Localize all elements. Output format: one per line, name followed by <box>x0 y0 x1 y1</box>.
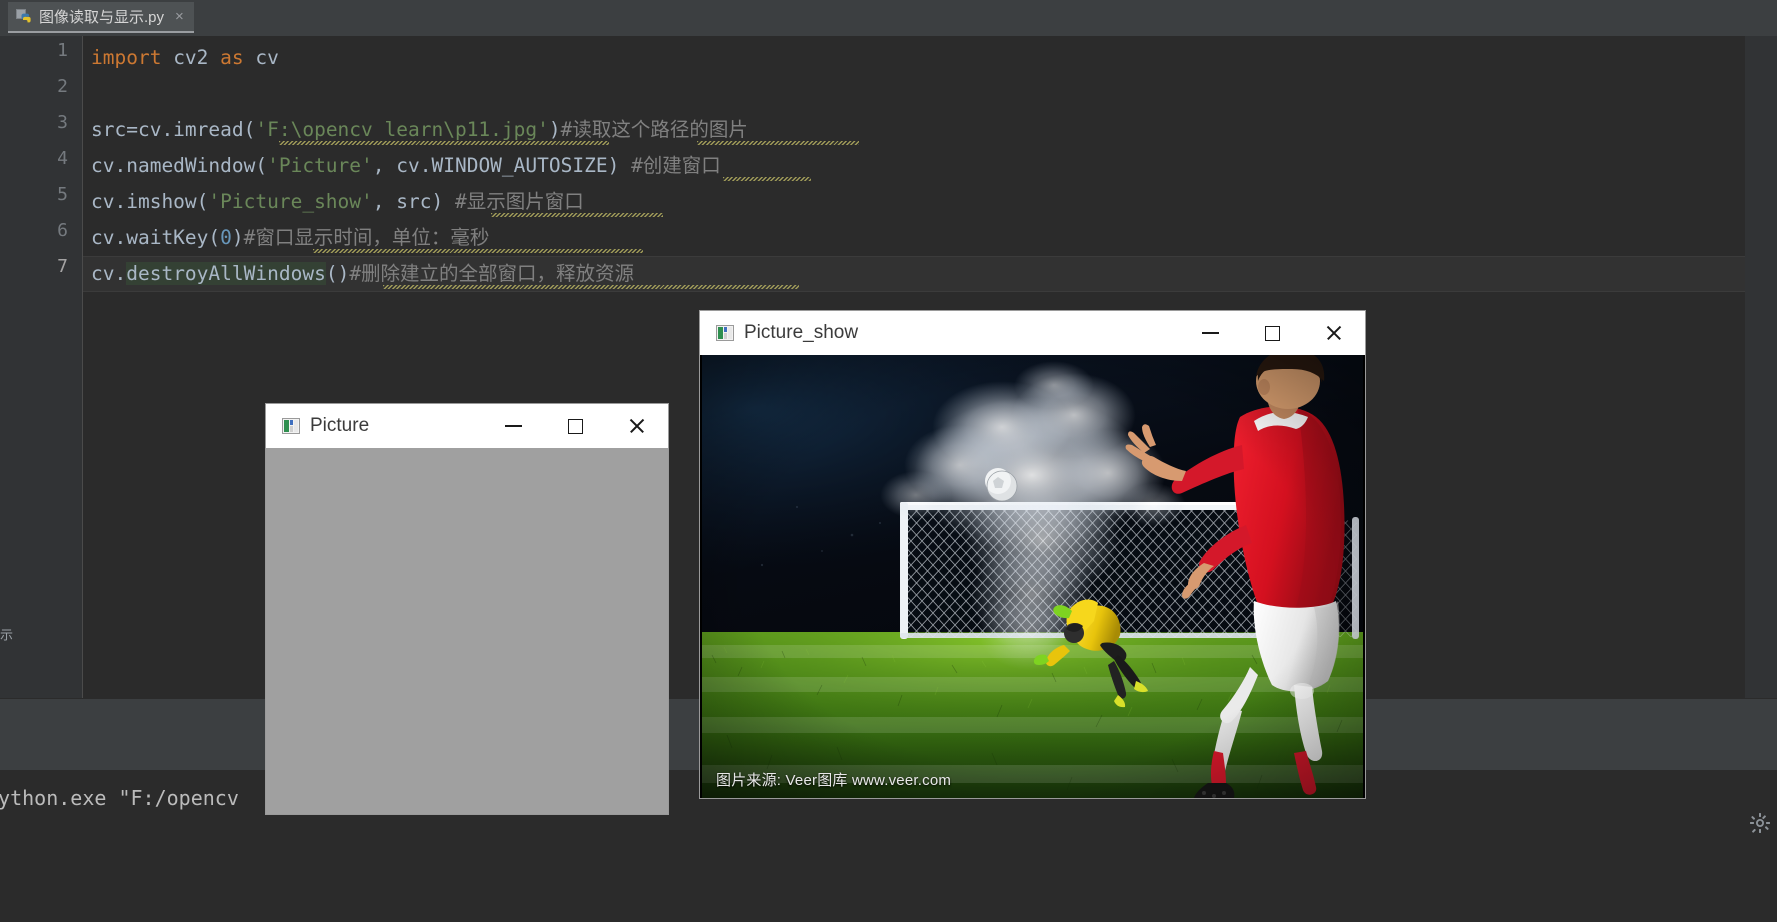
code-l3-path-string: 'F:\opencv learn\p11.jpg' <box>255 118 549 141</box>
minimize-button[interactable] <box>1179 311 1241 355</box>
editor-scrollbar-track[interactable] <box>1745 36 1777 698</box>
code-line-1: import cv2 as cv <box>91 40 279 76</box>
spellcheck-squiggle <box>279 141 609 145</box>
soccer-penalty-photo <box>702 355 1363 798</box>
spellcheck-squiggle <box>697 141 859 145</box>
line-number-current: 7 <box>57 256 68 277</box>
console-command-line: python.exe "F:/opencv <box>0 786 239 810</box>
minimize-icon <box>1201 332 1219 334</box>
close-icon[interactable]: × <box>175 9 184 24</box>
spellcheck-squiggle <box>383 285 799 289</box>
picture-window-canvas <box>266 448 668 814</box>
line-number-gutter: 1 2 3 4 5 6 7 <box>0 36 83 698</box>
line-number: 3 <box>57 112 68 133</box>
line-number: 4 <box>57 148 68 169</box>
spellcheck-squiggle <box>491 213 663 217</box>
code-l5-head: cv.imshow( <box>91 190 209 213</box>
code-l7-tail: () <box>325 262 350 285</box>
line-number: 5 <box>57 184 68 205</box>
sidebar-tool-label-clipped[interactable]: 示 <box>0 628 15 641</box>
spellcheck-squiggle <box>313 249 643 253</box>
close-icon <box>628 417 646 435</box>
picture-show-titlebar[interactable]: Picture_show <box>700 311 1365 355</box>
editor-tab-strip: 图像读取与显示.py × <box>0 0 1777 36</box>
minimize-icon <box>504 425 522 427</box>
close-icon <box>1325 324 1343 342</box>
close-button[interactable] <box>1303 311 1365 355</box>
code-l7-identifier-highlighted: destroyAllWindows <box>126 262 326 285</box>
maximize-button[interactable] <box>1241 311 1303 355</box>
picture-show-window[interactable]: Picture_show 图片来源: Veer图库 www.veer.com <box>700 311 1365 798</box>
python-file-icon <box>16 8 32 25</box>
picture-show-window-controls <box>1179 311 1365 355</box>
code-l4-head: cv.namedWindow( <box>91 154 268 177</box>
code-l5-name-string: 'Picture_show' <box>208 190 373 213</box>
photo-watermark: 图片来源: Veer图库 www.veer.com <box>716 772 952 789</box>
line-number: 1 <box>57 40 68 61</box>
maximize-button[interactable] <box>544 404 606 448</box>
code-l6-comment: #窗口显示时间，单位：毫秒 <box>243 226 490 249</box>
code-l4-mid: , cv.WINDOW_AUTOSIZE) <box>372 154 620 177</box>
code-l7-comment: #删除建立的全部窗口，释放资源 <box>349 262 635 285</box>
picture-window-title: Picture <box>310 415 370 436</box>
gear-icon[interactable] <box>1749 812 1771 834</box>
maximize-icon <box>1264 325 1280 341</box>
code-line-4: cv.namedWindow('Picture', cv.WINDOW_AUTO… <box>91 148 721 184</box>
picture-window-controls <box>482 404 668 448</box>
picture-window[interactable]: Picture <box>266 404 668 814</box>
minimize-button[interactable] <box>482 404 544 448</box>
spellcheck-squiggle <box>723 177 811 181</box>
picture-show-title: Picture_show <box>744 322 859 343</box>
code-l7-head: cv. <box>91 262 127 285</box>
code-l6-number: 0 <box>220 226 232 249</box>
line-number: 6 <box>57 220 68 241</box>
image-window-icon <box>282 418 300 434</box>
code-l6-tail: ) <box>231 226 244 249</box>
code-l6-head: cv.waitKey( <box>91 226 221 249</box>
code-l4-name-string: 'Picture' <box>267 154 373 177</box>
displayed-photo: 图片来源: Veer图库 www.veer.com <box>702 355 1363 798</box>
maximize-icon <box>567 418 583 434</box>
picture-show-canvas: 图片来源: Veer图库 www.veer.com <box>700 355 1365 798</box>
code-l5-mid: , src) <box>372 190 444 213</box>
close-button[interactable] <box>606 404 668 448</box>
code-l3-head: src=cv.imread( <box>91 118 256 141</box>
image-window-icon <box>716 325 734 341</box>
code-keyword-as: as <box>220 46 244 69</box>
editor-tab-active[interactable]: 图像读取与显示.py × <box>8 2 194 33</box>
screen: 图像读取与显示.py × 1 2 3 4 5 6 7 import cv2 as… <box>0 0 1777 922</box>
editor-tab-label: 图像读取与显示.py <box>39 9 165 26</box>
code-keyword-import: import <box>91 46 162 69</box>
code-l3-tail: ) <box>548 118 561 141</box>
code-l3-comment: #读取这个路径的图片 <box>560 118 748 141</box>
picture-window-titlebar[interactable]: Picture <box>266 404 668 448</box>
code-module-cv2: cv2 <box>161 46 221 69</box>
code-l4-comment: #创建窗口 <box>619 154 721 177</box>
code-alias-cv: cv <box>243 46 279 69</box>
code-l5-comment: #显示图片窗口 <box>443 190 584 213</box>
line-number: 2 <box>57 76 68 97</box>
